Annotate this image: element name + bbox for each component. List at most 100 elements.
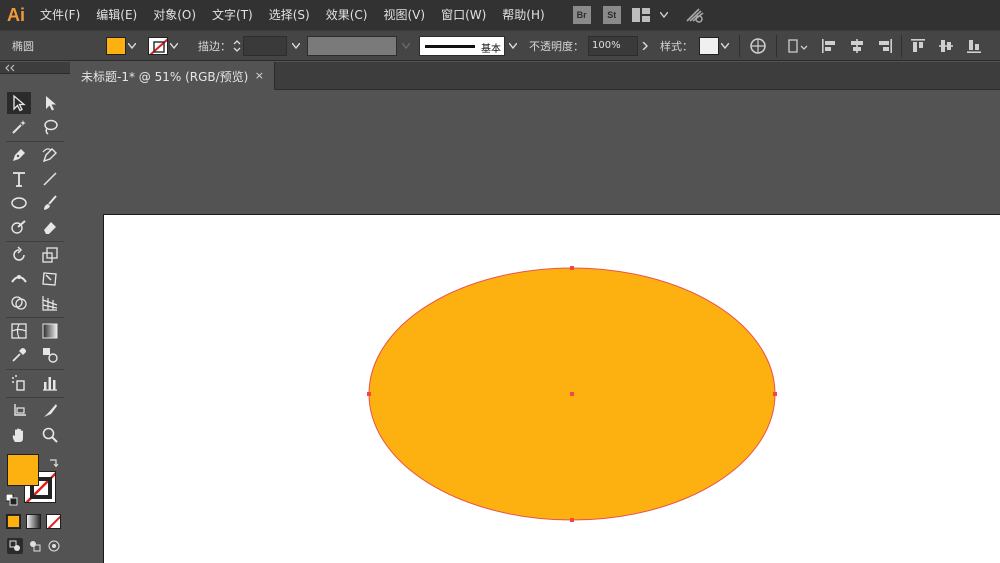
rotate-tool-icon[interactable] xyxy=(7,244,31,266)
recolor-artwork-icon[interactable] xyxy=(748,36,768,56)
free-transform-tool-icon[interactable] xyxy=(38,268,62,290)
anchor-point-bottom[interactable] xyxy=(570,518,574,522)
menu-window[interactable]: 窗口(W) xyxy=(433,0,494,30)
type-tool-icon[interactable] xyxy=(7,168,31,190)
style-label: 样式： xyxy=(660,39,693,53)
brush-definition-chevron-icon[interactable] xyxy=(505,37,521,55)
zoom-tool-icon[interactable] xyxy=(38,424,62,446)
shape-builder-tool-icon[interactable] xyxy=(7,292,31,314)
ellipse-shape[interactable] xyxy=(104,215,1000,563)
stroke-weight-stepper-icon[interactable] xyxy=(231,37,243,55)
menu-help[interactable]: 帮助(H) xyxy=(494,0,552,30)
menu-object[interactable]: 对象(O) xyxy=(145,0,204,30)
fill-dropdown-chevron-icon[interactable] xyxy=(126,37,138,55)
app-logo: Ai xyxy=(7,4,25,25)
gradient-tool-icon[interactable] xyxy=(38,320,62,342)
canvas-area[interactable] xyxy=(71,91,1000,563)
align-horizontal-center-icon[interactable] xyxy=(847,36,867,56)
stroke-dropdown-chevron-icon[interactable] xyxy=(168,37,180,55)
anchor-point-left[interactable] xyxy=(367,392,371,396)
anchor-point-right[interactable] xyxy=(773,392,777,396)
slice-tool-icon[interactable] xyxy=(38,400,62,422)
symbol-sprayer-tool-icon[interactable] xyxy=(7,372,31,394)
draw-normal-icon[interactable] xyxy=(7,538,23,554)
default-fill-stroke-icon[interactable] xyxy=(5,491,18,506)
menu-type[interactable]: 文字(T) xyxy=(204,0,261,30)
document-tab-title: 未标题-1* @ 51% (RGB/预览) xyxy=(81,69,249,84)
selection-tool-icon[interactable] xyxy=(7,92,31,114)
toolbar-separator xyxy=(6,141,64,142)
stroke-swatch[interactable] xyxy=(148,36,168,55)
eraser-tool-icon[interactable] xyxy=(38,216,62,238)
swap-fill-stroke-icon[interactable] xyxy=(48,454,60,468)
graphic-style-chevron-icon[interactable] xyxy=(719,37,731,55)
draw-inside-icon[interactable] xyxy=(46,538,62,554)
lasso-tool-icon[interactable] xyxy=(38,116,62,138)
toolbar-separator xyxy=(6,241,64,242)
arrange-documents-icon[interactable] xyxy=(631,5,651,25)
pen-tool-icon[interactable] xyxy=(7,144,31,166)
close-icon[interactable]: × xyxy=(255,69,264,82)
artboard-tool-icon[interactable] xyxy=(7,400,31,422)
ellipse-tool-icon[interactable] xyxy=(7,192,31,214)
eyedropper-tool-icon[interactable] xyxy=(7,344,31,366)
variable-width-chevron-icon xyxy=(397,37,415,55)
curvature-tool-icon[interactable] xyxy=(38,144,62,166)
color-mode-button[interactable] xyxy=(6,514,21,529)
menu-select[interactable]: 选择(S) xyxy=(261,0,318,30)
draw-behind-icon[interactable] xyxy=(27,538,43,554)
align-top-icon[interactable] xyxy=(908,36,928,56)
artboard[interactable] xyxy=(103,214,1000,563)
direct-selection-tool-icon[interactable] xyxy=(38,92,62,114)
stock-button[interactable]: St xyxy=(602,6,621,24)
toolbar-separator xyxy=(6,397,64,398)
scale-tool-icon[interactable] xyxy=(38,244,62,266)
divider xyxy=(901,34,902,57)
menu-bar: Ai 文件(F) 编辑(E) 对象(O) 文字(T) 选择(S) 效果(C) 视… xyxy=(0,0,1000,30)
line-segment-tool-icon[interactable] xyxy=(38,168,62,190)
fill-color-swatch[interactable] xyxy=(7,454,39,486)
divider xyxy=(776,34,777,57)
tools-panel-header[interactable] xyxy=(0,62,70,74)
anchor-point-top[interactable] xyxy=(570,266,574,270)
menu-file[interactable]: 文件(F) xyxy=(32,0,88,30)
center-point[interactable] xyxy=(570,392,574,396)
gradient-mode-button[interactable] xyxy=(26,514,41,529)
perspective-grid-tool-icon[interactable] xyxy=(38,292,62,314)
align-left-icon[interactable] xyxy=(819,36,839,56)
illustrator-window: Ai 文件(F) 编辑(E) 对象(O) 文字(T) 选择(S) 效果(C) 视… xyxy=(0,0,1000,563)
align-bottom-icon[interactable] xyxy=(964,36,984,56)
menu-edit[interactable]: 编辑(E) xyxy=(88,0,145,30)
bridge-button[interactable]: Br xyxy=(572,6,591,24)
paintbrush-tool-icon[interactable] xyxy=(38,192,62,214)
toolbar-separator xyxy=(6,369,64,370)
shaper-tool-icon[interactable] xyxy=(7,216,31,238)
menu-view[interactable]: 视图(V) xyxy=(375,0,433,30)
opacity-chevron-icon[interactable] xyxy=(638,37,652,55)
magic-wand-tool-icon[interactable] xyxy=(7,116,31,138)
mesh-tool-icon[interactable] xyxy=(7,320,31,342)
stroke-weight-chevron-icon[interactable] xyxy=(287,37,305,55)
graphic-style-swatch[interactable] xyxy=(699,36,719,55)
brush-profile-label: 基本 xyxy=(481,43,501,55)
document-tab[interactable]: 未标题-1* @ 51% (RGB/预览) × xyxy=(71,62,275,90)
column-graph-tool-icon[interactable] xyxy=(38,372,62,394)
brush-definition-field[interactable]: 基本 xyxy=(419,35,505,56)
opacity-label: 不透明度： xyxy=(529,39,584,53)
stroke-weight-input[interactable] xyxy=(243,35,287,56)
align-to-selection-icon[interactable] xyxy=(785,36,811,56)
align-vertical-center-icon[interactable] xyxy=(936,36,956,56)
document-tab-bar: 未标题-1* @ 51% (RGB/预览) × xyxy=(71,62,1000,90)
width-tool-icon[interactable] xyxy=(7,268,31,290)
chevron-down-icon[interactable] xyxy=(659,5,669,25)
fill-swatch[interactable] xyxy=(106,36,126,55)
hand-tool-icon[interactable] xyxy=(7,424,31,446)
gpu-performance-icon[interactable] xyxy=(685,5,705,25)
none-mode-button[interactable] xyxy=(46,514,61,529)
blend-tool-icon[interactable] xyxy=(38,344,62,366)
opacity-input[interactable]: 100% xyxy=(588,35,638,56)
align-right-icon[interactable] xyxy=(875,36,895,56)
object-type-label: 椭圆 xyxy=(12,39,34,53)
variable-width-profile[interactable] xyxy=(307,35,397,56)
menu-effect[interactable]: 效果(C) xyxy=(318,0,376,30)
